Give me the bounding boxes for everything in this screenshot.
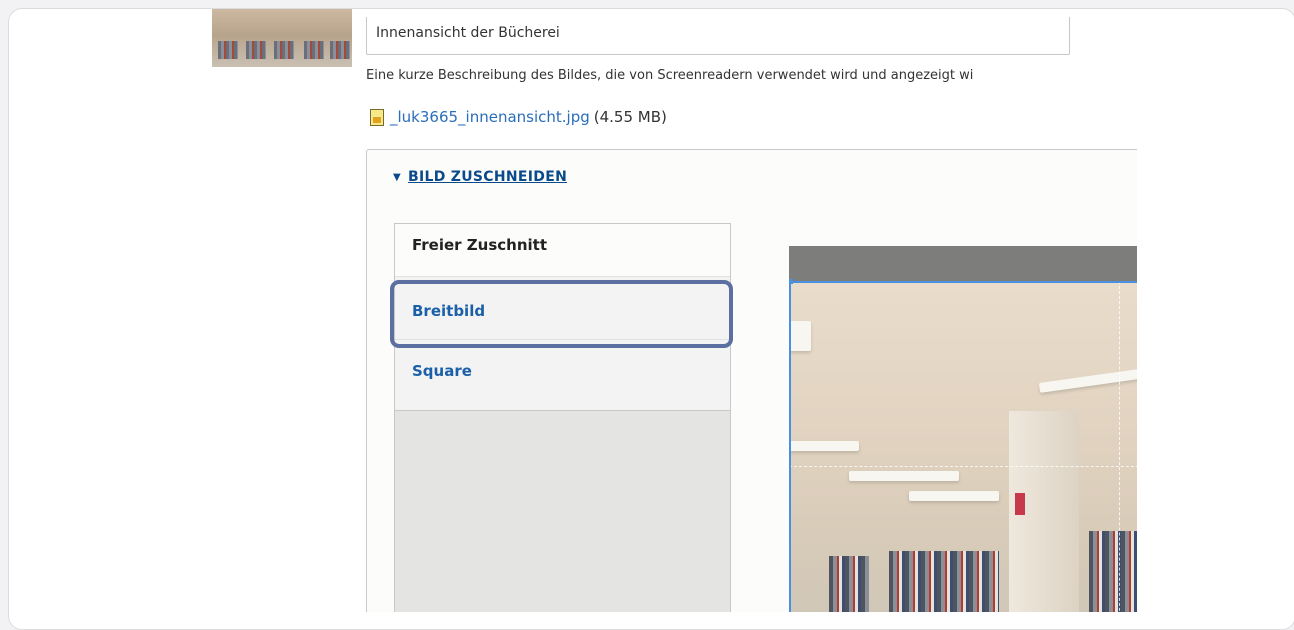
library-photo [789, 281, 1137, 612]
image-thumbnail[interactable] [212, 9, 352, 67]
tab-breitbild[interactable]: Breitbild [395, 276, 730, 339]
crop-frame-left-edge[interactable] [789, 281, 791, 612]
triangle-down-icon: ▼ [393, 171, 401, 183]
crop-guide-vertical [1119, 281, 1120, 612]
image-file-icon [370, 108, 384, 126]
tab-freier-zuschnitt[interactable]: Freier Zuschnitt [395, 224, 730, 276]
file-size: (4.55 MB) [593, 108, 667, 126]
file-info: _luk3665_innenansicht.jpg (4.55 MB) [370, 108, 667, 126]
crop-handle-top-left[interactable] [789, 279, 793, 284]
crop-guide-horizontal [789, 466, 1137, 467]
tab-square[interactable]: Square [395, 339, 730, 411]
alt-text-description: Eine kurze Beschreibung des Bildes, die … [366, 68, 974, 83]
content-area: Innenansicht der Bücherei Eine kurze Bes… [9, 9, 1137, 612]
crop-frame-top-edge[interactable] [789, 281, 1137, 283]
crop-preview[interactable] [789, 246, 1137, 612]
crop-toggle[interactable]: ▼ BILD ZUSCHNEIDEN [393, 169, 567, 185]
alt-text-input[interactable]: Innenansicht der Bücherei [366, 17, 1070, 55]
file-link[interactable]: _luk3665_innenansicht.jpg [390, 108, 590, 126]
page-card: Innenansicht der Bücherei Eine kurze Bes… [8, 8, 1294, 630]
crop-overlay-bar [789, 246, 1137, 281]
crop-tabs: Freier Zuschnitt Breitbild Square [394, 223, 731, 612]
crop-toggle-label: BILD ZUSCHNEIDEN [408, 169, 568, 185]
